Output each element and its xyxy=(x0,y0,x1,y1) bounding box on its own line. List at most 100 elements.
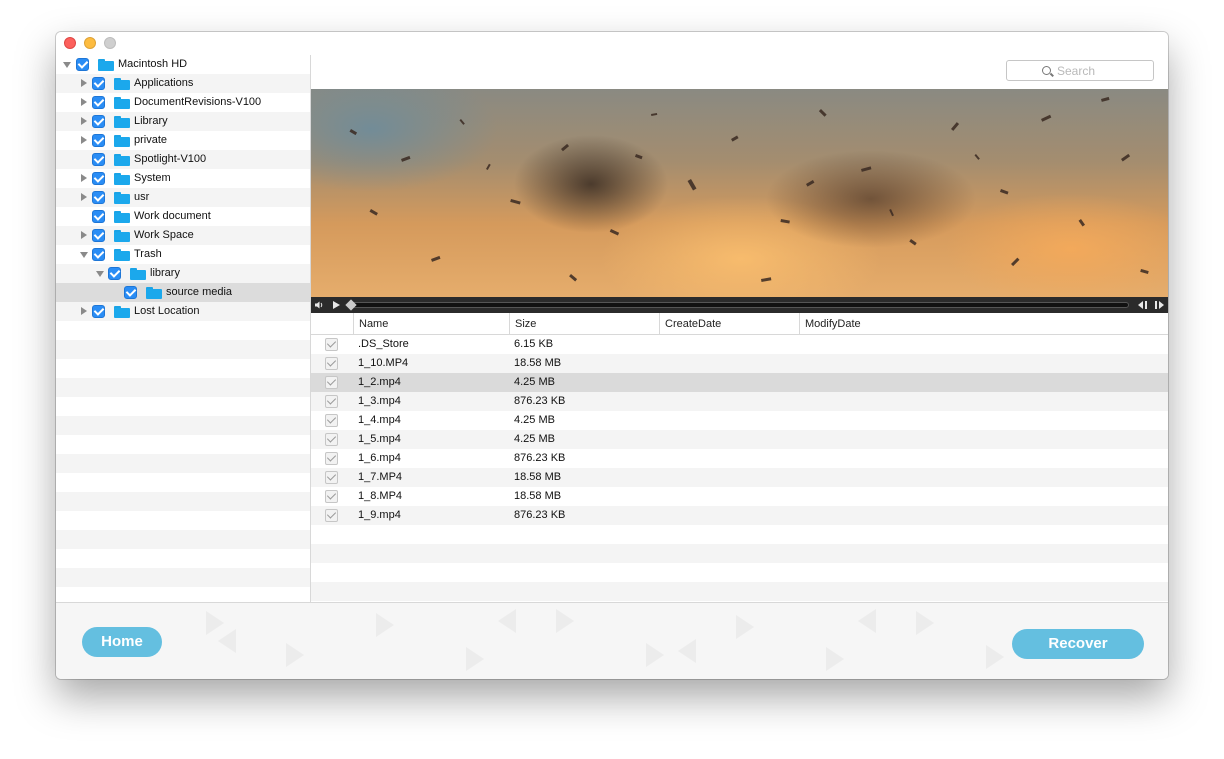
checkbox-checked-icon[interactable] xyxy=(92,96,105,109)
tree-row[interactable]: Spotlight-V100 xyxy=(56,150,310,169)
checkbox-checked-icon[interactable] xyxy=(124,286,137,299)
column-header-createdate[interactable]: CreateDate xyxy=(659,313,799,335)
column-header-name[interactable]: Name xyxy=(353,313,509,335)
checkbox-checked-icon[interactable] xyxy=(76,58,89,71)
tree-row[interactable]: Lost Location xyxy=(56,302,310,321)
table-row[interactable]: 1_7.MP4 18.58 MB xyxy=(311,468,1168,487)
checkbox-checked-icon[interactable] xyxy=(92,115,105,128)
disclosure-triangle-icon[interactable] xyxy=(80,252,88,258)
table-row[interactable]: 1_9.mp4 876.23 KB xyxy=(311,506,1168,525)
checkbox-checked-icon[interactable] xyxy=(92,191,105,204)
disclosure-triangle-icon[interactable] xyxy=(81,98,87,106)
disclosure-triangle-icon[interactable] xyxy=(81,79,87,87)
column-header-modifydate[interactable]: ModifyDate xyxy=(799,313,1168,335)
recover-button[interactable]: Recover xyxy=(1012,629,1144,659)
column-header-size[interactable]: Size xyxy=(509,313,659,335)
tree-row-selected[interactable]: source media xyxy=(56,283,310,302)
zoom-window-button[interactable] xyxy=(104,37,116,49)
row-checkbox[interactable] xyxy=(325,338,338,351)
checkbox-checked-icon[interactable] xyxy=(92,305,105,318)
tree-row[interactable]: Work Space xyxy=(56,226,310,245)
minimize-window-button[interactable] xyxy=(84,37,96,49)
checkbox-checked-icon[interactable] xyxy=(92,210,105,223)
checkbox-checked-icon[interactable] xyxy=(92,77,105,90)
checkbox-checked-icon[interactable] xyxy=(108,267,121,280)
row-checkbox[interactable] xyxy=(325,357,338,370)
folder-icon xyxy=(114,306,130,318)
file-table: Name Size CreateDate ModifyDate .DS_Stor… xyxy=(311,313,1168,602)
table-row[interactable]: 1_8.MP4 18.58 MB xyxy=(311,487,1168,506)
file-size: 876.23 KB xyxy=(514,452,566,464)
step-forward-icon[interactable] xyxy=(1153,300,1165,310)
row-checkbox[interactable] xyxy=(325,490,338,503)
row-checkbox[interactable] xyxy=(325,414,338,427)
checkbox-checked-icon[interactable] xyxy=(92,153,105,166)
folder-icon xyxy=(114,78,130,90)
row-checkbox[interactable] xyxy=(325,376,338,389)
disclosure-triangle-icon[interactable] xyxy=(63,62,71,68)
disclosure-triangle-icon[interactable] xyxy=(96,271,104,277)
volume-icon[interactable] xyxy=(314,300,324,310)
file-name: 1_2.mp4 xyxy=(358,376,401,388)
table-row-selected[interactable]: 1_2.mp4 4.25 MB xyxy=(311,373,1168,392)
tree-row[interactable]: System xyxy=(56,169,310,188)
disclosure-triangle-icon[interactable] xyxy=(81,174,87,182)
table-row[interactable]: 1_10.MP4 18.58 MB xyxy=(311,354,1168,373)
checkbox-checked-icon[interactable] xyxy=(92,229,105,242)
search-input[interactable] xyxy=(1057,63,1149,78)
table-row[interactable]: .DS_Store 6.15 KB xyxy=(311,335,1168,354)
row-checkbox[interactable] xyxy=(325,471,338,484)
row-checkbox[interactable] xyxy=(325,433,338,446)
disclosure-triangle-icon[interactable] xyxy=(81,231,87,239)
explosion-preview-frame xyxy=(349,96,1149,282)
disclosure-triangle-icon[interactable] xyxy=(81,136,87,144)
folder-icon xyxy=(114,116,130,128)
disclosure-triangle-icon[interactable] xyxy=(81,307,87,315)
empty-row xyxy=(56,378,310,397)
tree-row[interactable]: Trash xyxy=(56,245,310,264)
empty-row xyxy=(56,321,310,340)
tree-row[interactable]: Work document xyxy=(56,207,310,226)
tree-row[interactable]: Macintosh HD xyxy=(56,55,310,74)
tree-item-label: Work Space xyxy=(134,229,194,241)
home-button[interactable]: Home xyxy=(82,627,162,657)
tree-row[interactable]: library xyxy=(56,264,310,283)
disclosure-triangle-icon[interactable] xyxy=(81,193,87,201)
checkbox-checked-icon[interactable] xyxy=(92,172,105,185)
seek-bar[interactable] xyxy=(351,302,1129,308)
file-size: 876.23 KB xyxy=(514,509,566,521)
row-checkbox[interactable] xyxy=(325,395,338,408)
tree-row[interactable]: private xyxy=(56,131,310,150)
file-size: 4.25 MB xyxy=(514,433,555,445)
checkbox-checked-icon[interactable] xyxy=(92,134,105,147)
disclosure-triangle-icon[interactable] xyxy=(81,117,87,125)
app-window: Macintosh HD Applications DocumentRevisi… xyxy=(56,32,1168,679)
table-row[interactable]: 1_6.mp4 876.23 KB xyxy=(311,449,1168,468)
tree-row[interactable]: Library xyxy=(56,112,310,131)
tree-row[interactable]: DocumentRevisions-V100 xyxy=(56,93,310,112)
table-row[interactable]: 1_5.mp4 4.25 MB xyxy=(311,430,1168,449)
folder-icon xyxy=(98,59,114,71)
table-row[interactable]: 1_4.mp4 4.25 MB xyxy=(311,411,1168,430)
play-icon[interactable] xyxy=(333,301,340,309)
empty-row xyxy=(56,340,310,359)
tree-row[interactable]: usr xyxy=(56,188,310,207)
empty-row xyxy=(311,525,1168,544)
tree-row[interactable]: Applications xyxy=(56,74,310,93)
step-back-icon[interactable] xyxy=(1137,300,1149,310)
footer-pattern xyxy=(206,609,1004,671)
checkbox-checked-icon[interactable] xyxy=(92,248,105,261)
folder-icon xyxy=(146,287,162,299)
empty-row xyxy=(56,549,310,568)
file-size: 18.58 MB xyxy=(514,357,562,369)
file-name: 1_3.mp4 xyxy=(358,395,401,407)
row-checkbox[interactable] xyxy=(325,509,338,522)
search-box[interactable] xyxy=(1006,60,1154,81)
file-name: 1_7.MP4 xyxy=(358,471,403,483)
row-checkbox[interactable] xyxy=(325,452,338,465)
empty-row xyxy=(56,359,310,378)
folder-icon xyxy=(114,249,130,261)
table-row[interactable]: 1_3.mp4 876.23 KB xyxy=(311,392,1168,411)
tree-item-label: library xyxy=(150,267,180,279)
close-window-button[interactable] xyxy=(64,37,76,49)
